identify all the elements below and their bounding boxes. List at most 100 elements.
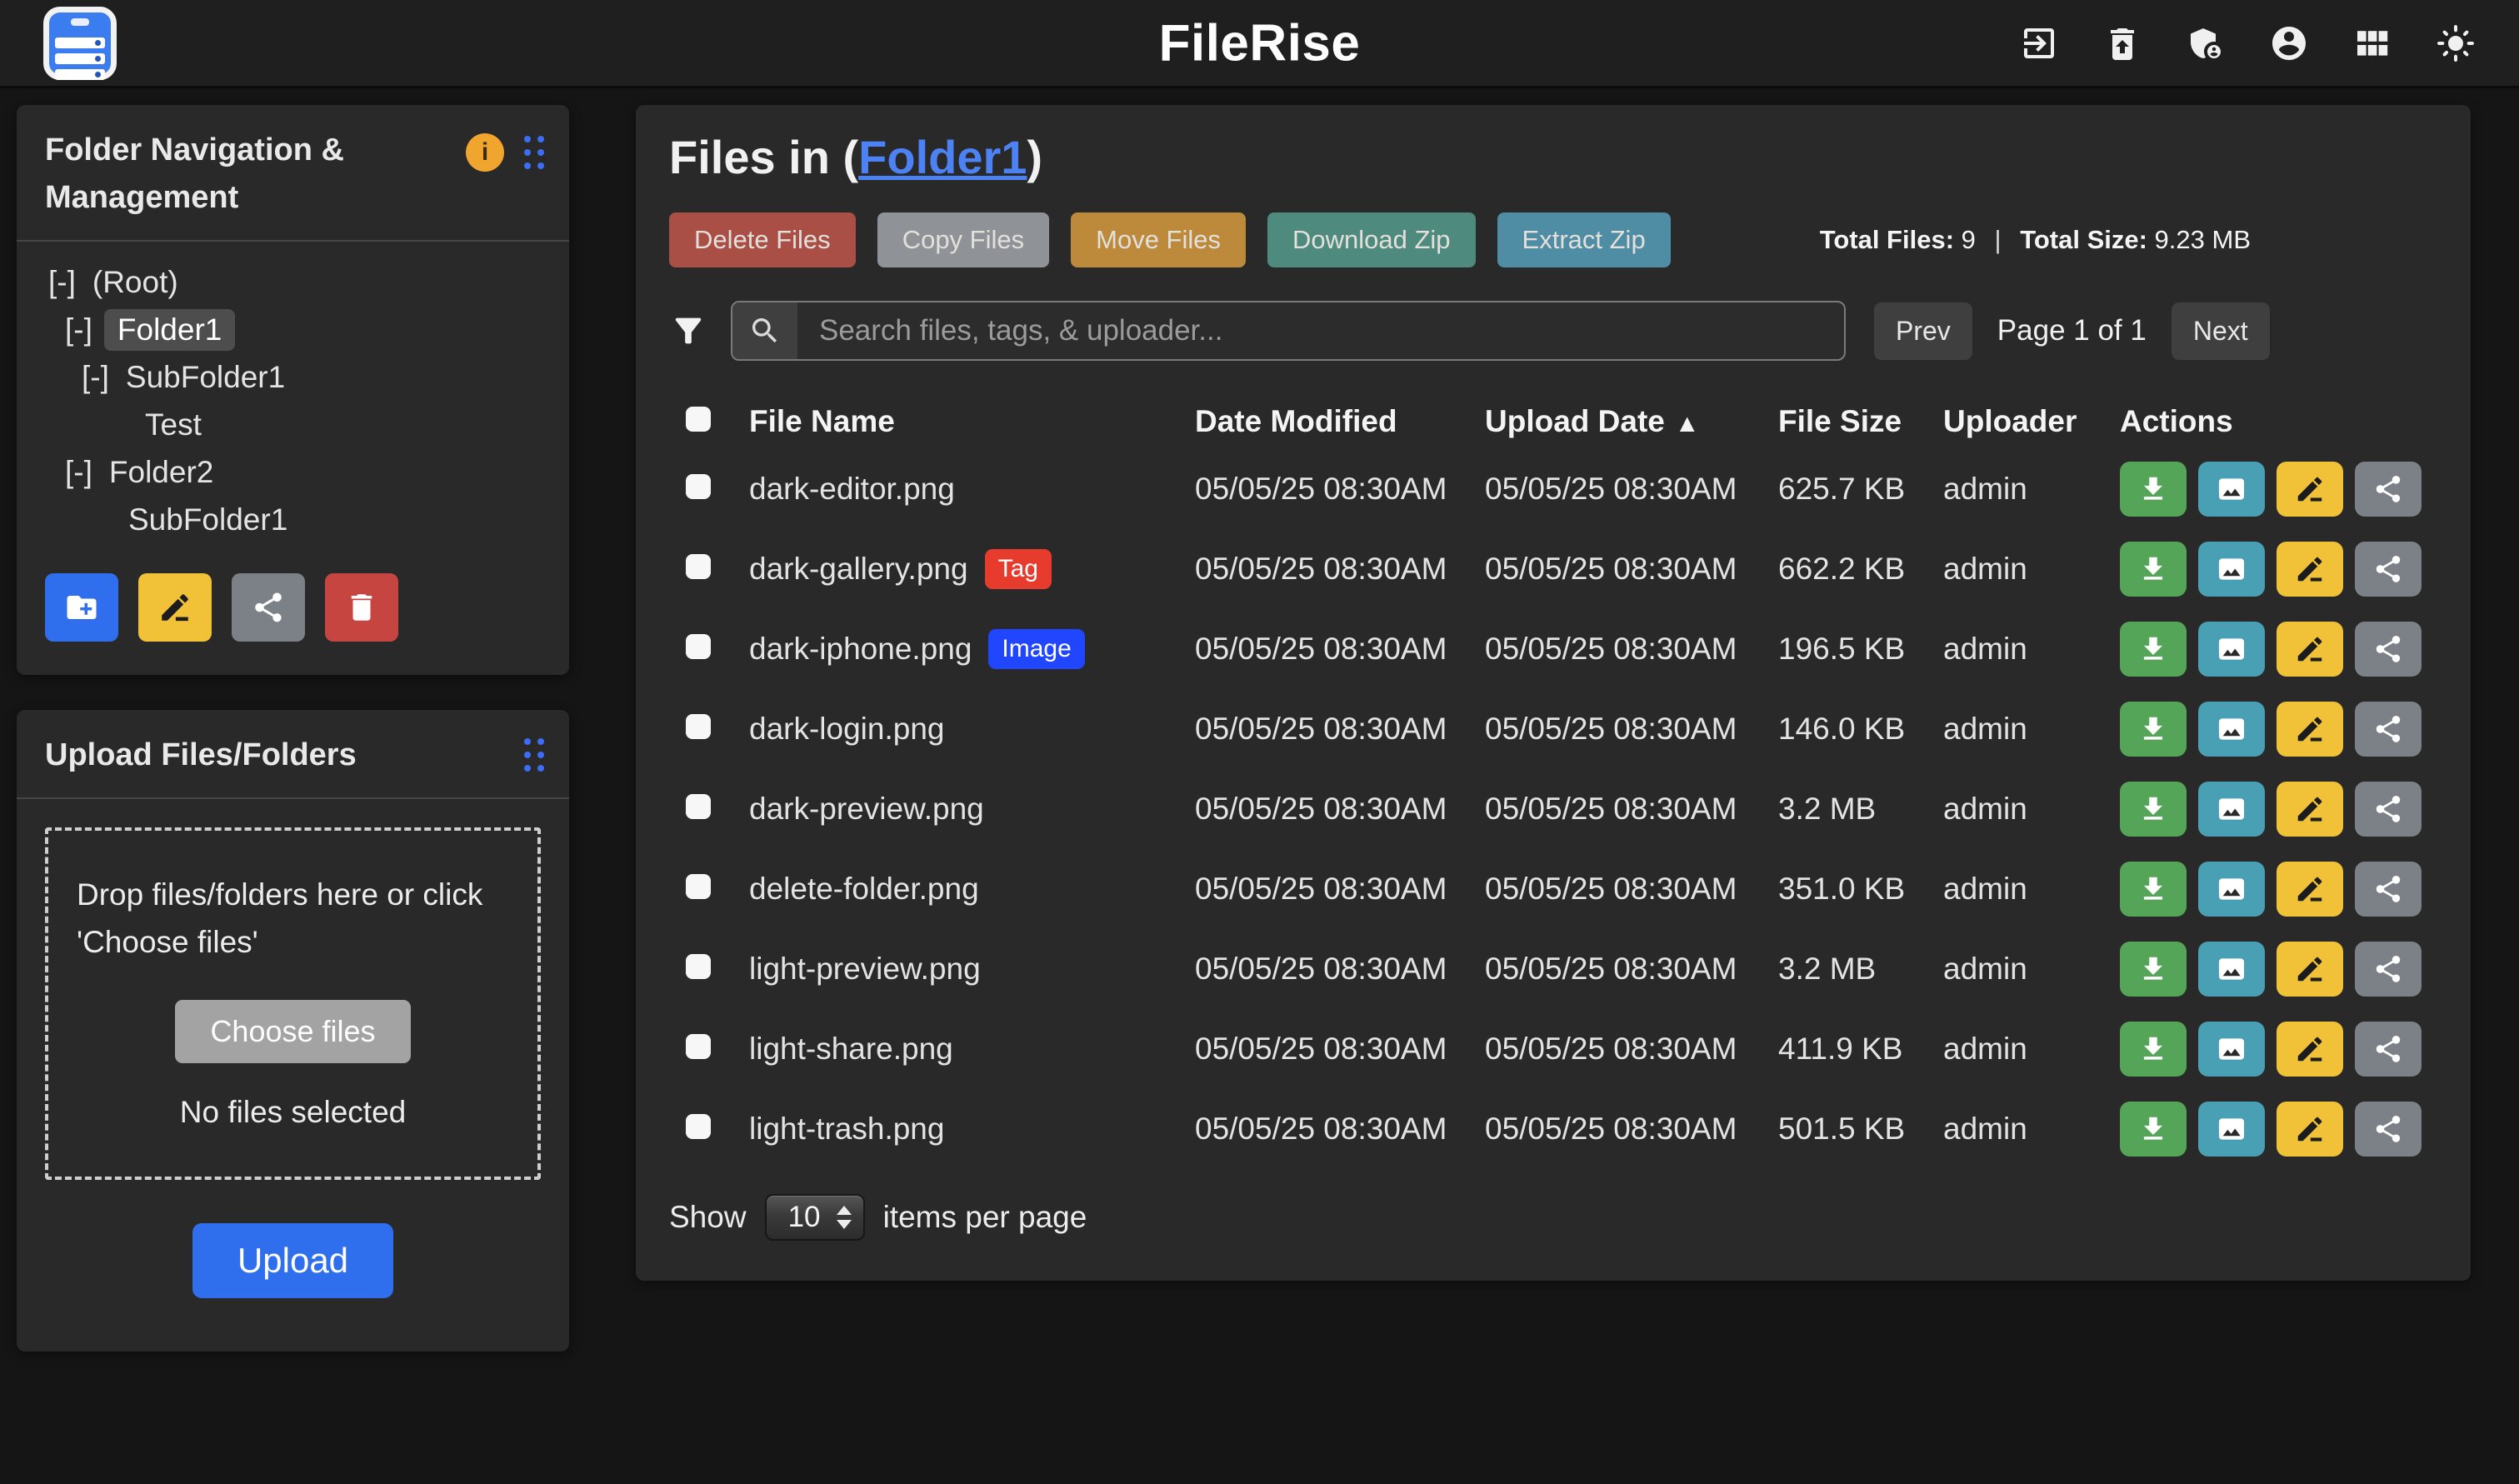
collapse-toggle[interactable]: [-] — [48, 265, 76, 300]
rename-file-button[interactable] — [2277, 782, 2343, 837]
rename-file-button[interactable] — [2277, 702, 2343, 757]
copy-files-button[interactable]: Copy Files — [877, 212, 1049, 267]
rename-file-button[interactable] — [2277, 1102, 2343, 1157]
drag-handle-icon[interactable] — [524, 136, 544, 169]
download-zip-button[interactable]: Download Zip — [1267, 212, 1476, 267]
apps-grid-icon — [2352, 23, 2392, 63]
share-file-button[interactable] — [2355, 702, 2422, 757]
download-file-button[interactable] — [2120, 1102, 2187, 1157]
row-checkbox[interactable] — [686, 1114, 711, 1139]
download-file-button[interactable] — [2120, 702, 2187, 757]
tree-item-folder1[interactable]: [-]Folder1 — [17, 306, 549, 353]
drag-handle-icon[interactable] — [524, 738, 544, 772]
rename-file-button[interactable] — [2277, 942, 2343, 997]
row-checkbox[interactable] — [686, 1034, 711, 1059]
user-profile-icon[interactable] — [2269, 23, 2309, 63]
create-folder-button[interactable] — [45, 573, 118, 642]
col-header-file-size[interactable]: File Size — [1763, 404, 1928, 439]
download-file-button[interactable] — [2120, 622, 2187, 677]
tree-item-root[interactable]: [-](Root) — [17, 258, 549, 306]
items-per-page-select[interactable]: 10 — [765, 1194, 865, 1241]
download-file-button[interactable] — [2120, 782, 2187, 837]
rename-file-button[interactable] — [2277, 462, 2343, 517]
preview-image-button[interactable] — [2198, 942, 2265, 997]
preview-image-button[interactable] — [2198, 462, 2265, 517]
tree-item-folder2[interactable]: [-]Folder2 — [17, 448, 549, 496]
logout-icon[interactable] — [2019, 23, 2059, 63]
search-box — [731, 301, 1846, 361]
delete-folder-button[interactable] — [325, 573, 398, 642]
upload-card: Upload Files/Folders Drop files/folders … — [17, 710, 569, 1352]
rename-file-button[interactable] — [2277, 622, 2343, 677]
share-file-button[interactable] — [2355, 542, 2422, 597]
share-file-button[interactable] — [2355, 942, 2422, 997]
share-file-button[interactable] — [2355, 462, 2422, 517]
row-checkbox[interactable] — [686, 874, 711, 899]
search-icon[interactable] — [732, 302, 797, 359]
download-file-button[interactable] — [2120, 1022, 2187, 1077]
tree-item-subfolder1[interactable]: [-] SubFolder1 — [17, 353, 549, 401]
admin-shield-icon[interactable] — [2186, 23, 2226, 63]
row-checkbox[interactable] — [686, 714, 711, 739]
download-file-button[interactable] — [2120, 942, 2187, 997]
share-file-button[interactable] — [2355, 862, 2422, 917]
preview-image-button[interactable] — [2198, 622, 2265, 677]
share-file-button[interactable] — [2355, 622, 2422, 677]
collapse-toggle[interactable]: [-] — [65, 455, 92, 490]
preview-image-button[interactable] — [2198, 862, 2265, 917]
col-header-date-modified[interactable]: Date Modified — [1180, 404, 1470, 439]
share-file-button[interactable] — [2355, 1102, 2422, 1157]
row-checkbox-cell — [669, 1112, 734, 1147]
row-checkbox[interactable] — [686, 474, 711, 499]
info-icon[interactable]: i — [466, 133, 504, 172]
col-header-uploader[interactable]: Uploader — [1928, 404, 2105, 439]
trash-restore-icon[interactable] — [2102, 23, 2142, 63]
tree-item-label: SubFolder1 — [121, 357, 290, 397]
collapse-toggle[interactable]: [-] — [82, 360, 109, 395]
share-folder-button[interactable] — [232, 573, 305, 642]
rename-folder-button[interactable] — [138, 573, 212, 642]
download-file-button[interactable] — [2120, 462, 2187, 517]
row-checkbox[interactable] — [686, 554, 711, 579]
choose-files-button[interactable]: Choose files — [175, 1000, 410, 1063]
dropzone[interactable]: Drop files/folders here or click 'Choose… — [45, 827, 541, 1180]
preview-image-button[interactable] — [2198, 1102, 2265, 1157]
collapse-toggle[interactable]: [-] — [65, 312, 92, 347]
download-icon — [2137, 1033, 2169, 1065]
delete-files-button[interactable]: Delete Files — [669, 212, 856, 267]
row-checkbox[interactable] — [686, 634, 711, 659]
preview-image-button[interactable] — [2198, 542, 2265, 597]
rename-file-button[interactable] — [2277, 1022, 2343, 1077]
download-file-button[interactable] — [2120, 862, 2187, 917]
preview-image-button[interactable] — [2198, 1022, 2265, 1077]
light-mode-icon[interactable] — [2436, 23, 2476, 63]
share-file-button[interactable] — [2355, 1022, 2422, 1077]
filerise-logo-icon[interactable] — [43, 7, 117, 80]
col-header-file-name[interactable]: File Name — [734, 404, 1180, 439]
file-size-cell: 351.0 KB — [1763, 872, 1928, 907]
preview-image-button[interactable] — [2198, 702, 2265, 757]
move-files-button[interactable]: Move Files — [1071, 212, 1246, 267]
col-header-upload-date[interactable]: Upload Date▲ — [1470, 404, 1763, 439]
select-all-checkbox[interactable] — [686, 407, 711, 432]
share-file-button[interactable] — [2355, 782, 2422, 837]
apps-grid-icon[interactable] — [2352, 23, 2392, 63]
tree-item-test[interactable]: Test — [17, 401, 549, 448]
prev-page-button[interactable]: Prev — [1874, 302, 1972, 360]
row-checkbox[interactable] — [686, 794, 711, 819]
uploader-cell: admin — [1928, 632, 2105, 667]
file-size-cell: 196.5 KB — [1763, 632, 1928, 667]
tree-item-subfolder1[interactable]: SubFolder1 — [17, 496, 549, 543]
file-list-card: Files in (Folder1) Delete FilesCopy File… — [636, 105, 2471, 1281]
next-page-button[interactable]: Next — [2172, 302, 2270, 360]
extract-zip-button[interactable]: Extract Zip — [1497, 212, 1671, 267]
preview-image-button[interactable] — [2198, 782, 2265, 837]
download-file-button[interactable] — [2120, 542, 2187, 597]
search-input[interactable] — [797, 302, 1844, 359]
filter-icon[interactable] — [669, 312, 707, 350]
row-checkbox[interactable] — [686, 954, 711, 979]
rename-file-button[interactable] — [2277, 862, 2343, 917]
rename-file-button[interactable] — [2277, 542, 2343, 597]
current-folder-link[interactable]: Folder1 — [858, 131, 1027, 183]
upload-button[interactable]: Upload — [192, 1223, 393, 1298]
